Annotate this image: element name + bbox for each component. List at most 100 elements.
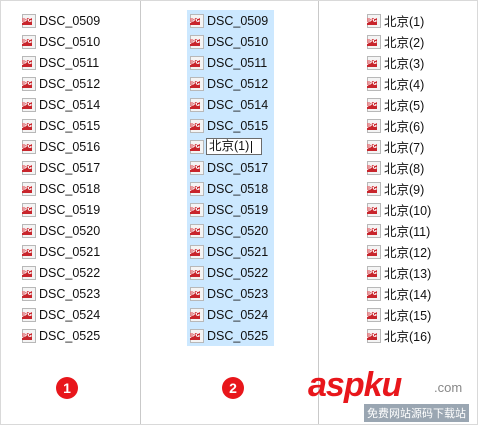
- file-name: DSC_0517: [39, 160, 101, 175]
- jpg-file-icon: [367, 55, 381, 70]
- file-item[interactable]: DSC_0509: [187, 10, 274, 31]
- watermark-subtitle: 免费网站源码下载站: [364, 404, 469, 422]
- file-name: 北京(12): [384, 246, 432, 260]
- file-item[interactable]: DSC_0525: [187, 325, 274, 346]
- file-item[interactable]: DSC_0520: [22, 220, 100, 241]
- file-item[interactable]: DSC_0509: [22, 10, 100, 31]
- jpg-file-icon: [22, 181, 36, 196]
- file-item[interactable]: DSC_0525: [22, 325, 100, 346]
- file-item[interactable]: DSC_0516: [22, 136, 100, 157]
- file-item[interactable]: 北京(12): [367, 241, 431, 262]
- file-name: DSC_0515: [39, 118, 101, 133]
- file-rename-comparison: DSC_0509 DSC_0510 DSC_0511 DSC_0512 DSC_0514…: [0, 0, 478, 425]
- jpg-file-icon: [367, 265, 381, 280]
- file-name: DSC_0512: [39, 76, 101, 91]
- file-name: 北京(9): [384, 183, 425, 197]
- file-name: DSC_0522: [39, 265, 101, 280]
- file-name: DSC_0515: [207, 118, 269, 133]
- file-name: 北京(6): [384, 120, 425, 134]
- file-name: DSC_0519: [207, 202, 269, 217]
- file-item-renaming[interactable]: 北京(1): [187, 136, 274, 157]
- jpg-file-icon: [22, 286, 36, 301]
- file-item[interactable]: 北京(2): [367, 31, 431, 52]
- file-item[interactable]: DSC_0515: [187, 115, 274, 136]
- file-item[interactable]: DSC_0518: [187, 178, 274, 199]
- file-item[interactable]: DSC_0517: [22, 157, 100, 178]
- file-item[interactable]: DSC_0523: [187, 283, 274, 304]
- file-item[interactable]: DSC_0519: [187, 199, 274, 220]
- file-name: DSC_0516: [39, 139, 101, 154]
- jpg-file-icon: [190, 223, 204, 238]
- file-name: DSC_0509: [207, 13, 269, 28]
- file-name: DSC_0518: [207, 181, 269, 196]
- panel-divider-left: [140, 0, 141, 425]
- file-item[interactable]: DSC_0522: [187, 262, 274, 283]
- file-name: 北京(2): [384, 36, 425, 50]
- file-item[interactable]: 北京(14): [367, 283, 431, 304]
- file-item[interactable]: 北京(3): [367, 52, 431, 73]
- file-item[interactable]: 北京(8): [367, 157, 431, 178]
- file-item[interactable]: DSC_0521: [22, 241, 100, 262]
- file-item[interactable]: DSC_0511: [187, 52, 274, 73]
- file-item[interactable]: 北京(5): [367, 94, 431, 115]
- file-item[interactable]: DSC_0524: [22, 304, 100, 325]
- file-name: DSC_0524: [207, 307, 269, 322]
- file-item[interactable]: DSC_0512: [22, 73, 100, 94]
- file-name: DSC_0510: [39, 34, 101, 49]
- file-item[interactable]: 北京(9): [367, 178, 431, 199]
- jpg-file-icon: [367, 307, 381, 322]
- file-name: 北京(7): [384, 141, 425, 155]
- file-item[interactable]: DSC_0522: [22, 262, 100, 283]
- jpg-file-icon: [22, 76, 36, 91]
- file-name: DSC_0520: [207, 223, 269, 238]
- file-item[interactable]: DSC_0519: [22, 199, 100, 220]
- file-item[interactable]: DSC_0521: [187, 241, 274, 262]
- jpg-file-icon: [367, 76, 381, 91]
- jpg-file-icon: [190, 307, 204, 322]
- jpg-file-icon: [22, 328, 36, 343]
- file-item[interactable]: DSC_0520: [187, 220, 274, 241]
- file-item[interactable]: DSC_0510: [187, 31, 274, 52]
- file-item[interactable]: DSC_0510: [22, 31, 100, 52]
- jpg-file-icon: [367, 97, 381, 112]
- jpg-file-icon: [190, 160, 204, 175]
- file-item[interactable]: DSC_0514: [22, 94, 100, 115]
- file-item[interactable]: DSC_0512: [187, 73, 274, 94]
- jpg-file-icon: [190, 55, 204, 70]
- file-name: DSC_0514: [207, 97, 269, 112]
- file-item[interactable]: DSC_0517: [187, 157, 274, 178]
- file-name: DSC_0525: [39, 328, 101, 343]
- file-item[interactable]: 北京(1): [367, 10, 431, 31]
- panel-renaming-files: DSC_0509 DSC_0510 DSC_0511 DSC_0512 DSC_0514…: [187, 10, 274, 346]
- rename-input[interactable]: 北京(1): [206, 138, 262, 155]
- file-item[interactable]: DSC_0515: [22, 115, 100, 136]
- jpg-file-icon: [190, 328, 204, 343]
- jpg-file-icon: [22, 139, 36, 154]
- file-item[interactable]: 北京(11): [367, 220, 431, 241]
- jpg-file-icon: [22, 307, 36, 322]
- step-badge-2: 2: [222, 377, 244, 399]
- panel-renamed-files: 北京(1) 北京(2) 北京(3) 北京(4) 北京(5) 北京(6) 北京(7) 北京(8)…: [367, 10, 431, 346]
- file-item[interactable]: 北京(7): [367, 136, 431, 157]
- text-caret: [251, 140, 253, 153]
- jpg-file-icon: [367, 34, 381, 49]
- jpg-file-icon: [190, 202, 204, 217]
- file-item[interactable]: DSC_0518: [22, 178, 100, 199]
- jpg-file-icon: [22, 244, 36, 259]
- jpg-file-icon: [22, 55, 36, 70]
- file-item[interactable]: 北京(10): [367, 199, 431, 220]
- file-item[interactable]: 北京(4): [367, 73, 431, 94]
- file-item[interactable]: 北京(16): [367, 325, 431, 346]
- file-name: DSC_0523: [39, 286, 101, 301]
- file-name: DSC_0521: [39, 244, 101, 259]
- jpg-file-icon: [190, 181, 204, 196]
- jpg-file-icon: [367, 118, 381, 133]
- file-item[interactable]: DSC_0524: [187, 304, 274, 325]
- file-item[interactable]: DSC_0514: [187, 94, 274, 115]
- file-item[interactable]: 北京(15): [367, 304, 431, 325]
- file-item[interactable]: DSC_0523: [22, 283, 100, 304]
- file-item[interactable]: 北京(6): [367, 115, 431, 136]
- file-item[interactable]: DSC_0511: [22, 52, 100, 73]
- file-item[interactable]: 北京(13): [367, 262, 431, 283]
- aspku-watermark-logo: aspku .com 免费网站源码下载站: [308, 366, 478, 425]
